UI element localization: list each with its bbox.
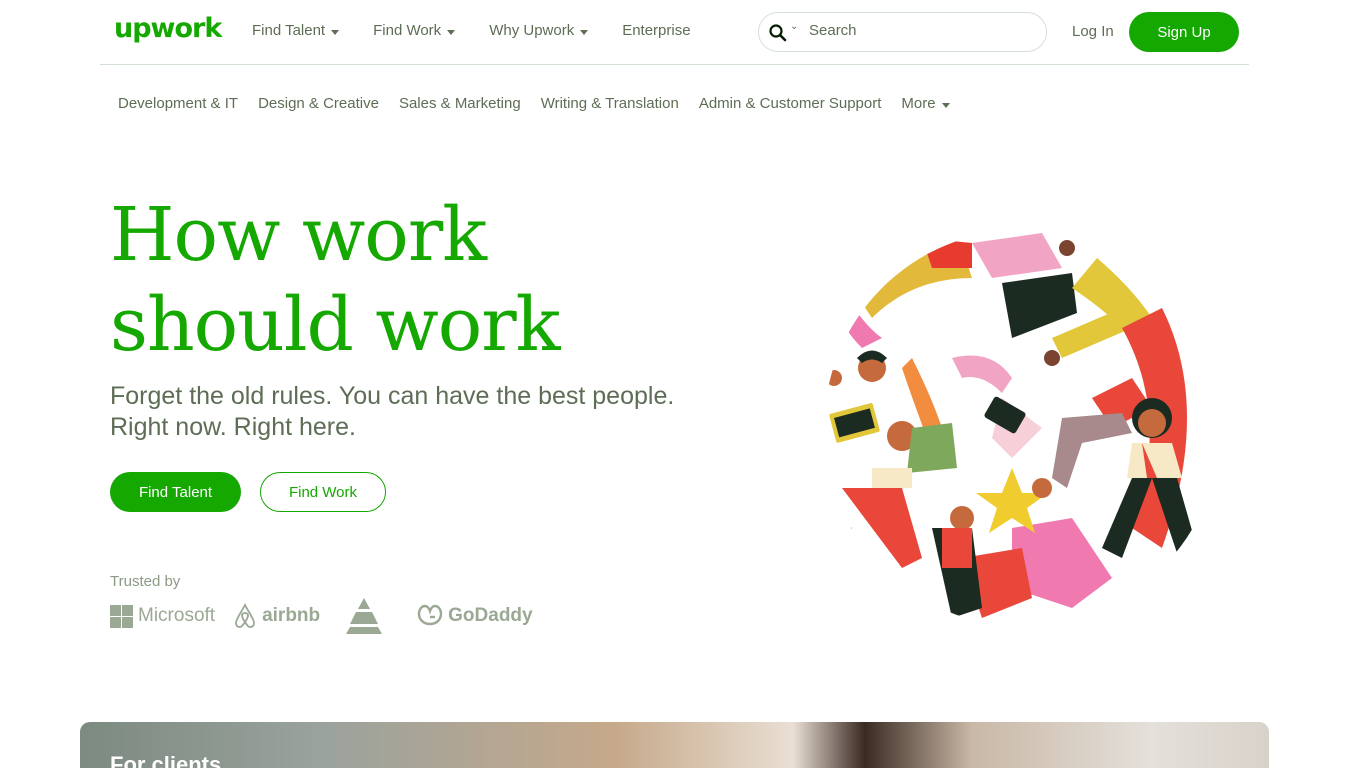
godaddy-logo-text: GoDaddy xyxy=(448,605,533,626)
nav-why-upwork[interactable]: Why Upwork xyxy=(489,22,589,39)
hero-title-line1: How work xyxy=(110,192,487,278)
category-sales-marketing[interactable]: Sales & Marketing xyxy=(399,95,521,112)
nav-enterprise-label: Enterprise xyxy=(622,22,691,39)
hero-subtitle-line2: Right now. Right here. xyxy=(110,413,356,441)
airbnb-logo-text: airbnb xyxy=(262,605,321,626)
nav-enterprise[interactable]: Enterprise xyxy=(622,22,690,39)
category-development-it[interactable]: Development & IT xyxy=(118,95,238,112)
caret-down-icon xyxy=(580,29,589,35)
category-more-label: More xyxy=(901,95,936,112)
search-input[interactable] xyxy=(809,22,1029,39)
search-type-chevron-icon[interactable]: ⌄ xyxy=(790,21,798,32)
search-box[interactable]: ⌄ xyxy=(758,12,1047,52)
trusted-logos: Microsoft airbnb GoDaddy xyxy=(110,598,551,634)
upwork-logo[interactable]: upwork xyxy=(114,13,222,44)
category-design-creative[interactable]: Design & Creative xyxy=(258,95,379,112)
airbnb-belo-icon xyxy=(235,603,255,628)
category-admin-support[interactable]: Admin & Customer Support xyxy=(699,95,882,112)
caret-down-icon xyxy=(447,29,456,35)
signup-button[interactable]: Sign Up xyxy=(1129,12,1239,52)
for-clients-label: For clients xyxy=(110,752,222,768)
bissell-logo xyxy=(338,597,399,635)
nav-find-work[interactable]: Find Work xyxy=(373,22,456,39)
nav-why-upwork-label: Why Upwork xyxy=(489,22,575,39)
microsoft-logo-text: Microsoft xyxy=(138,605,216,626)
nav-find-work-label: Find Work xyxy=(373,22,442,39)
airbnb-logo: airbnb xyxy=(233,603,320,629)
godaddy-mark-icon xyxy=(417,604,443,626)
caret-down-icon xyxy=(331,29,340,35)
hero-title: How work should work xyxy=(110,190,710,370)
login-link[interactable]: Log In xyxy=(1072,23,1114,40)
hero-subtitle-line1: Forget the old rules. You can have the b… xyxy=(110,382,675,410)
microsoft-grid-icon xyxy=(110,604,133,628)
microsoft-logo: Microsoft xyxy=(110,604,216,628)
find-work-button[interactable]: Find Work xyxy=(260,472,386,512)
hero-subtitle: Forget the old rules. You can have the b… xyxy=(110,381,690,443)
nav-find-talent-label: Find Talent xyxy=(252,22,326,39)
category-writing-translation[interactable]: Writing & Translation xyxy=(541,95,679,112)
category-more[interactable]: More xyxy=(901,95,950,112)
search-icon[interactable] xyxy=(768,23,788,43)
category-bar: Development & IT Design & Creative Sales… xyxy=(118,95,970,112)
caret-down-icon xyxy=(941,102,950,108)
top-header: upwork Find Talent Find Work Why Upwork … xyxy=(100,0,1249,65)
for-clients-card[interactable]: For clients xyxy=(80,722,1269,768)
hero-title-line2: should work xyxy=(110,282,561,368)
find-talent-button[interactable]: Find Talent xyxy=(110,472,241,512)
nav-find-talent[interactable]: Find Talent xyxy=(252,22,340,39)
main-nav: Find Talent Find Work Why Upwork Enterpr… xyxy=(252,22,725,39)
godaddy-logo: GoDaddy xyxy=(417,604,533,628)
hero-illustration xyxy=(824,233,1197,618)
bissell-logo-icon xyxy=(346,598,383,634)
trusted-by-label: Trusted by xyxy=(110,573,181,590)
